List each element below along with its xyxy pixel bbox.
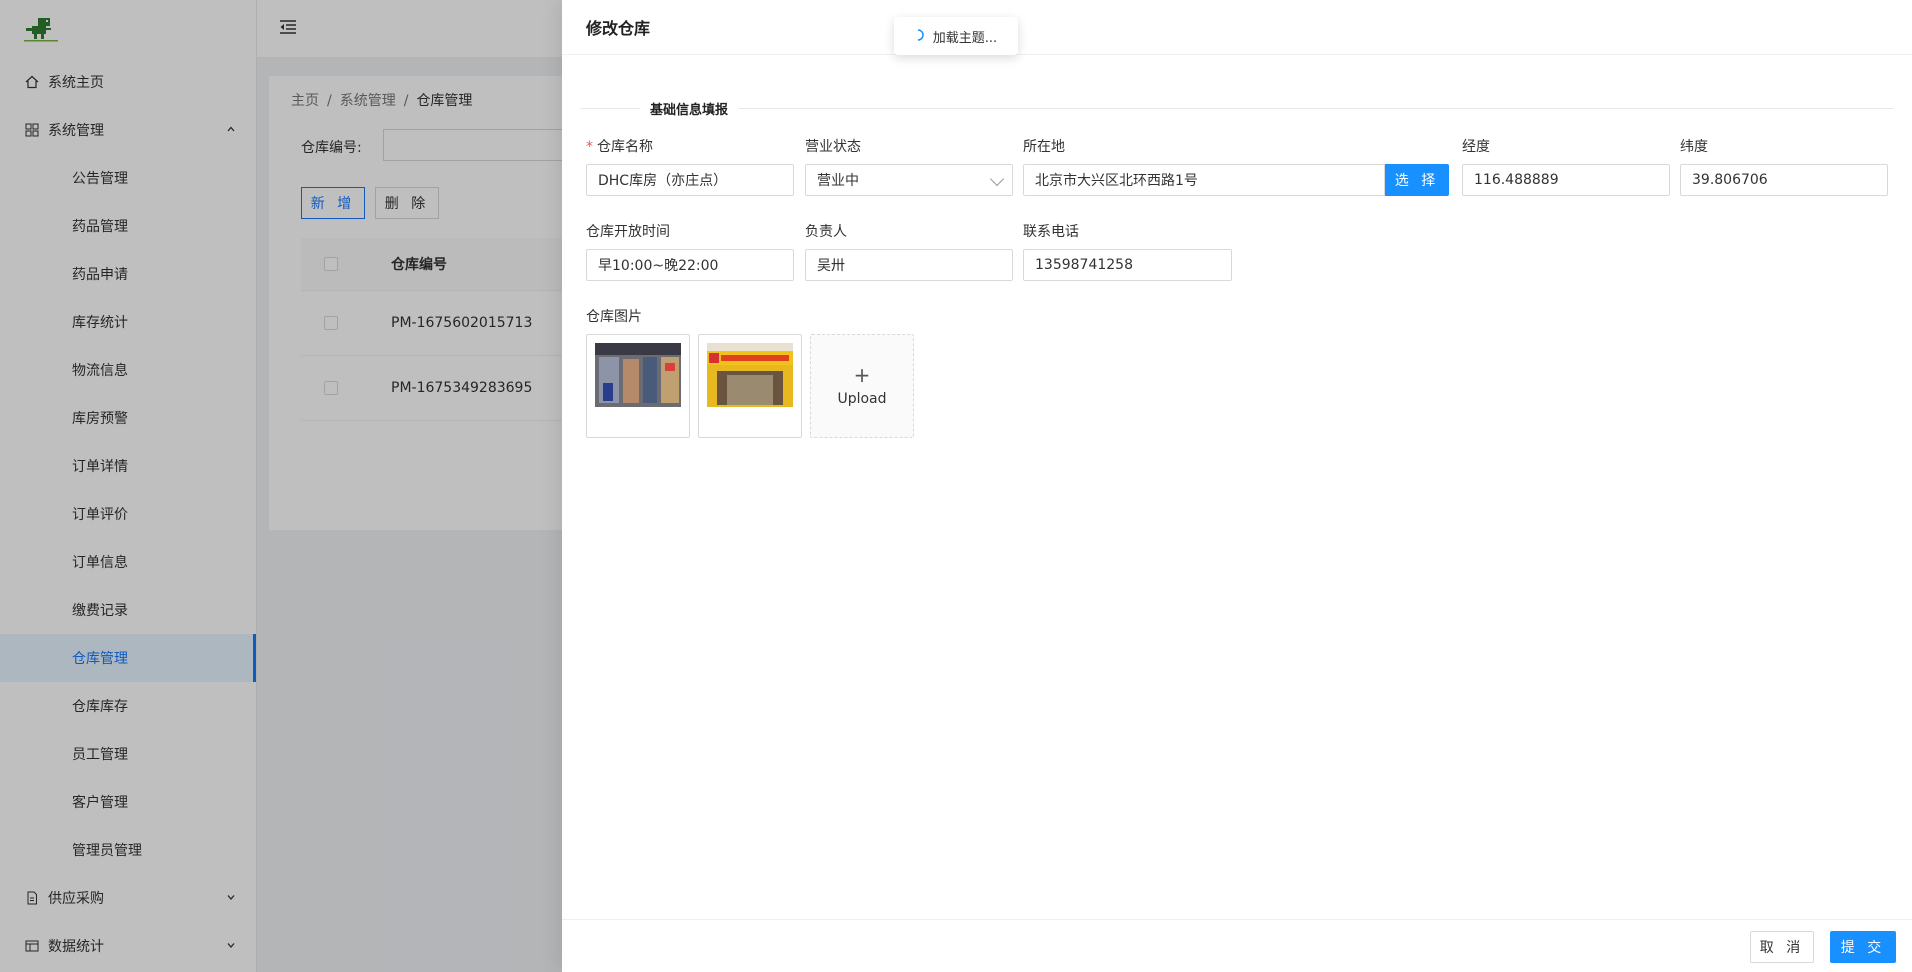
chevron-down-icon [989, 171, 1005, 187]
status-select[interactable]: 营业中 [805, 164, 1013, 196]
warehouse-image-thumbnail[interactable] [698, 334, 802, 438]
open-hours-input[interactable]: 早10:00~晚22:00 [586, 249, 794, 281]
drawer-footer: 取 消 提 交 [562, 919, 1912, 972]
phone-value: 13598741258 [1035, 257, 1133, 273]
images-label: 仓库图片 [586, 309, 642, 325]
storefront-photo-2 [707, 343, 793, 407]
name-label-text: 仓库名称 [597, 139, 653, 155]
longitude-input[interactable]: 116.488889 [1462, 164, 1670, 196]
manager-value: 吴卅 [817, 258, 845, 274]
submit-button[interactable]: 提 交 [1830, 931, 1896, 963]
longitude-label: 经度 [1462, 139, 1490, 155]
warehouse-image-thumbnail[interactable] [586, 334, 690, 438]
loading-toast: 加载主题... [894, 17, 1018, 55]
warehouse-name-value: DHC库房（亦庄点） [598, 173, 728, 189]
pick-location-button[interactable]: 选 择 [1385, 164, 1449, 196]
upload-label: Upload [837, 391, 887, 407]
status-label: 营业状态 [805, 139, 861, 155]
divider-line [738, 107, 1894, 109]
edit-warehouse-drawer: 修改仓库 基础信息填报 * 仓库名称 DHC库房（亦庄点） 营业状态 营业中 所在… [562, 0, 1912, 972]
required-mark: * [586, 139, 593, 155]
storefront-photo-1 [595, 343, 681, 407]
hours-label: 仓库开放时间 [586, 224, 670, 240]
plus-icon: + [853, 363, 871, 387]
status-value: 营业中 [817, 173, 859, 189]
drawer-header: 修改仓库 [562, 0, 1912, 55]
divider-line [580, 107, 640, 109]
location-label: 所在地 [1023, 139, 1065, 155]
latitude-input[interactable]: 39.806706 [1680, 164, 1888, 196]
location-input[interactable]: 北京市大兴区北环西路1号 [1023, 164, 1385, 196]
manager-label: 负责人 [805, 224, 847, 240]
name-label: * 仓库名称 [586, 136, 653, 156]
warehouse-name-input[interactable]: DHC库房（亦庄点） [586, 164, 794, 196]
open-hours-value: 早10:00~晚22:00 [598, 258, 719, 274]
upload-button[interactable]: + Upload [810, 334, 914, 438]
cancel-button[interactable]: 取 消 [1750, 931, 1814, 963]
manager-input[interactable]: 吴卅 [805, 249, 1013, 281]
section-title: 基础信息填报 [650, 102, 729, 118]
drawer-title: 修改仓库 [586, 19, 651, 38]
phone-input[interactable]: 13598741258 [1023, 249, 1232, 281]
latitude-value: 39.806706 [1692, 172, 1768, 188]
section-divider: 基础信息填报 [580, 98, 1894, 118]
location-value: 北京市大兴区北环西路1号 [1035, 173, 1198, 189]
loading-spinner-icon [915, 28, 925, 44]
phone-label: 联系电话 [1023, 224, 1079, 240]
toast-text: 加载主题... [932, 30, 998, 46]
longitude-value: 116.488889 [1474, 172, 1559, 188]
latitude-label: 纬度 [1680, 139, 1708, 155]
